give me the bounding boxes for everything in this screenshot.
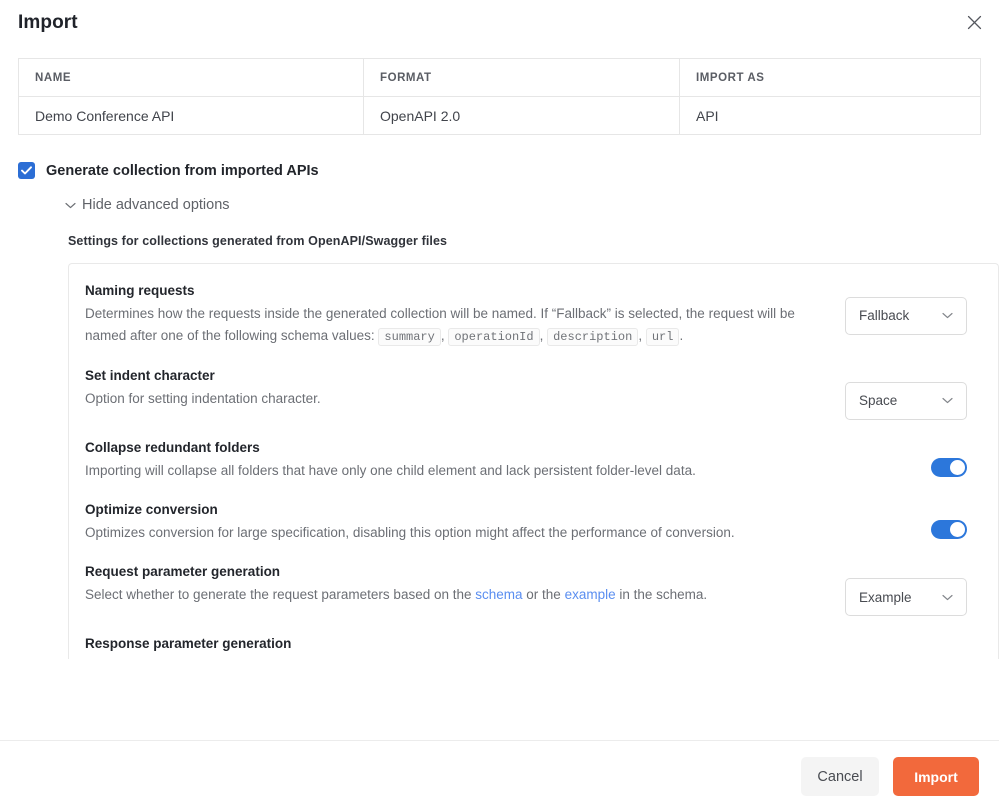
import-table: NAME FORMAT IMPORT AS Demo Conference AP… — [18, 58, 981, 135]
close-icon[interactable] — [961, 9, 987, 35]
optimize-conversion-switch[interactable] — [931, 519, 967, 539]
setting-request-parameter-generation: Request parameter generation Select whet… — [85, 547, 982, 619]
page-title: Import — [18, 12, 78, 33]
setting-title: Naming requests — [85, 282, 195, 298]
column-header-format: FORMAT — [363, 58, 680, 97]
cell-import-as: API — [696, 107, 719, 124]
setting-description: Select whether to generate the request p… — [85, 587, 708, 603]
request-parameter-generation-dropdown[interactable]: Example — [845, 578, 967, 617]
generate-collection-checkbox[interactable] — [18, 162, 35, 179]
setting-control: Space — [843, 368, 967, 420]
switch-knob — [950, 459, 965, 475]
indent-character-dropdown[interactable]: Space — [845, 381, 967, 420]
naming-requests-dropdown[interactable]: Fallback — [845, 296, 967, 335]
inline-link-schema[interactable]: schema — [475, 587, 522, 602]
code-chip: url — [645, 327, 680, 346]
setting-text: Set indent character Option for setting … — [85, 368, 827, 410]
setting-control: Fallback — [843, 283, 967, 335]
setting-optimize-conversion: Optimize conversion Optimizes conversion… — [85, 485, 982, 547]
setting-control: Example — [843, 564, 967, 617]
cell-format: OpenAPI 2.0 — [363, 96, 680, 135]
dropdown-value: Fallback — [859, 308, 910, 323]
setting-title: Optimize conversion — [85, 501, 218, 517]
setting-set-indent-character: Set indent character Option for setting … — [85, 351, 982, 423]
setting-text: Response parameter generation — [85, 636, 827, 656]
setting-response-parameter-generation: Response parameter generation — [85, 619, 982, 659]
dropdown-value: Space — [859, 393, 898, 409]
cancel-button[interactable]: Cancel — [801, 757, 879, 796]
setting-control — [843, 440, 967, 477]
setting-text: Collapse redundant folders Importing wil… — [85, 440, 827, 482]
import-dialog: Import NAME FORMAT IMPORT AS Demo Confer… — [0, 0, 999, 812]
code-chip: summary — [378, 327, 441, 346]
chevron-down-icon — [942, 312, 953, 319]
table-head: NAME FORMAT IMPORT AS — [18, 58, 981, 97]
setting-title: Collapse redundant folders — [85, 439, 260, 455]
advanced-options-toggle[interactable]: Hide advanced options — [65, 197, 230, 213]
setting-title: Request parameter generation — [85, 564, 281, 580]
cell-name: Demo Conference API — [18, 96, 364, 135]
setting-text: Naming requests Determines how the reque… — [85, 283, 827, 348]
advanced-options-label: Hide advanced options — [82, 197, 230, 213]
setting-text: Request parameter generation Select whet… — [85, 564, 827, 606]
setting-description: Determines how the requests inside the g… — [85, 305, 795, 346]
settings-heading: Settings for collections generated from … — [68, 233, 448, 248]
chevron-down-icon — [65, 202, 76, 209]
code-chip: description — [547, 327, 639, 346]
code-chip: operationId — [448, 327, 540, 346]
column-header-name: NAME — [18, 58, 364, 97]
dialog-body: NAME FORMAT IMPORT AS Demo Conference AP… — [0, 46, 999, 740]
setting-control — [843, 502, 967, 539]
import-button[interactable]: Import — [893, 757, 979, 796]
chevron-down-icon — [942, 397, 953, 404]
inline-link-example[interactable]: example — [565, 587, 616, 602]
settings-panel: Naming requests Determines how the reque… — [68, 262, 999, 660]
generate-collection-label: Generate collection from imported APIs — [46, 162, 319, 179]
collapse-redundant-folders-switch[interactable] — [931, 457, 967, 477]
setting-title: Response parameter generation — [85, 636, 292, 652]
table-header-row: NAME FORMAT IMPORT AS — [18, 58, 981, 97]
dialog-header: Import — [0, 0, 999, 46]
generate-collection-row[interactable]: Generate collection from imported APIs — [18, 162, 981, 179]
table-body: Demo Conference API OpenAPI 2.0 API — [18, 96, 981, 135]
setting-title: Set indent character — [85, 367, 215, 383]
setting-naming-requests: Naming requests Determines how the reque… — [85, 264, 982, 351]
switch-knob — [950, 521, 965, 537]
dropdown-value: Example — [859, 589, 912, 605]
setting-description: Option for setting indentation character… — [85, 390, 321, 406]
setting-collapse-redundant-folders: Collapse redundant folders Importing wil… — [85, 423, 982, 485]
table-row: Demo Conference API OpenAPI 2.0 API — [18, 96, 981, 135]
chevron-down-icon — [942, 594, 953, 601]
setting-text: Optimize conversion Optimizes conversion… — [85, 502, 827, 544]
dialog-footer: Cancel Import — [0, 740, 999, 812]
setting-description: Importing will collapse all folders that… — [85, 462, 696, 478]
column-header-import-as: IMPORT AS — [679, 58, 981, 97]
setting-description: Optimizes conversion for large specifica… — [85, 524, 735, 540]
